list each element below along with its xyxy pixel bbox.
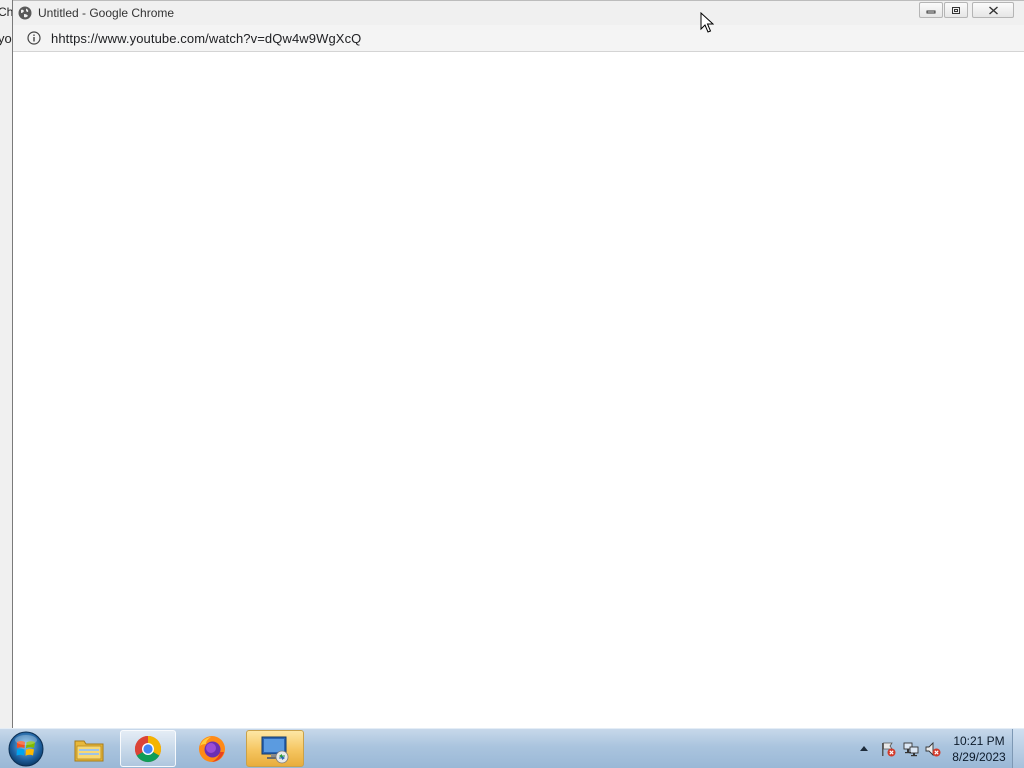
remote-desktop-icon — [261, 736, 289, 763]
volume-muted-icon[interactable] — [925, 741, 941, 757]
restore-icon — [952, 6, 960, 14]
info-icon[interactable] — [27, 31, 41, 45]
taskbar-file-explorer[interactable] — [61, 730, 117, 767]
close-icon — [988, 5, 998, 15]
minimize-button[interactable] — [919, 2, 943, 18]
show-hidden-icons-icon[interactable] — [860, 746, 868, 751]
mouse-cursor-icon — [700, 12, 714, 33]
chrome-popup-window: Untitled - Google Chrome hhttps://www.yo… — [12, 0, 1024, 728]
show-desktop-button[interactable] — [1012, 729, 1024, 768]
background-window-address: yo — [0, 31, 12, 46]
folder-icon — [74, 740, 104, 761]
taskbar-clock[interactable]: 10:21 PM 8/29/2023 — [944, 733, 1014, 765]
action-center-flag-icon[interactable] — [880, 741, 896, 757]
firefox-icon — [199, 735, 225, 762]
minimize-icon — [926, 10, 936, 14]
network-icon[interactable] — [903, 741, 919, 757]
window-controls — [918, 2, 1014, 18]
taskbar: 10:21 PM 8/29/2023 — [0, 728, 1024, 768]
window-titlebar[interactable]: Untitled - Google Chrome — [13, 0, 1024, 25]
windows-logo-icon — [8, 731, 44, 767]
url-text[interactable]: hhttps://www.youtube.com/watch?v=dQw4w9W… — [51, 31, 361, 46]
close-button[interactable] — [972, 2, 1014, 18]
chrome-icon — [134, 735, 162, 762]
system-tray: 10:21 PM 8/29/2023 — [834, 729, 1024, 768]
clock-time: 10:21 PM — [953, 734, 1005, 748]
clock-date: 8/29/2023 — [952, 750, 1006, 764]
address-bar[interactable]: hhttps://www.youtube.com/watch?v=dQw4w9W… — [13, 25, 1024, 52]
taskbar-google-chrome[interactable] — [120, 730, 176, 767]
globe-icon — [18, 6, 32, 20]
restore-button[interactable] — [944, 2, 968, 18]
page-content[interactable] — [13, 52, 1024, 728]
start-button[interactable] — [6, 731, 46, 767]
taskbar-firefox[interactable] — [184, 730, 240, 767]
taskbar-remote-desktop[interactable] — [246, 730, 304, 767]
window-title: Untitled - Google Chrome — [38, 6, 175, 20]
